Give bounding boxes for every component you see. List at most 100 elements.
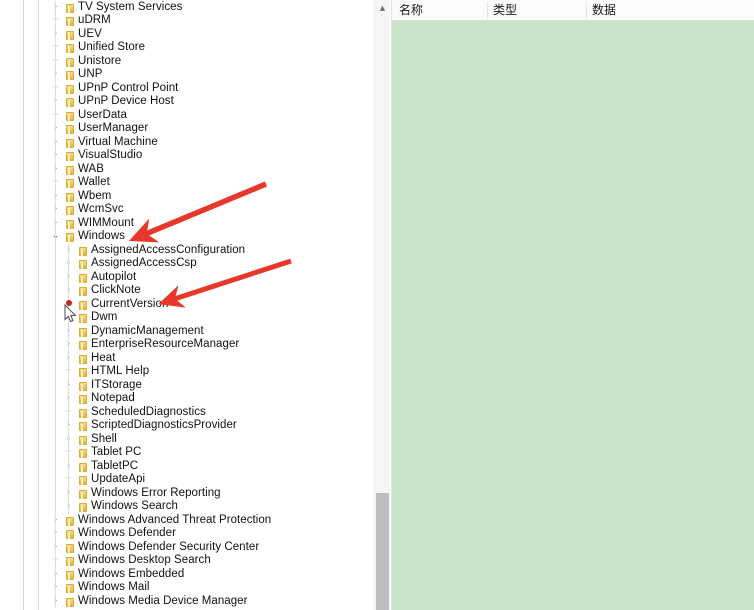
- tree-item-windows-defender[interactable]: ›Windows Defender: [0, 527, 374, 541]
- tree-item-wbem[interactable]: ›Wbem: [0, 189, 374, 203]
- tree-item-windows-error-reporting[interactable]: ›Windows Error Reporting: [0, 486, 374, 500]
- folder-icon: [79, 354, 87, 364]
- scroll-up-icon[interactable]: ▲: [375, 0, 390, 16]
- tree-item-label: HTML Help: [91, 365, 150, 377]
- tree-item-visualstudio[interactable]: ›VisualStudio: [0, 149, 374, 163]
- column-header-data[interactable]: 数据: [592, 0, 616, 20]
- tree-item-label: WAB: [78, 162, 104, 175]
- tree-item-label: ScheduledDiagnostics: [91, 405, 206, 418]
- tree-item-windows-desktop-search[interactable]: ─Windows Desktop Search: [0, 554, 374, 568]
- tree-item-enterpriseresourcemanager[interactable]: ›EnterpriseResourceManager: [0, 338, 374, 352]
- tree-item-windows-embedded[interactable]: ›Windows Embedded: [0, 567, 374, 581]
- values-column-header: 名称 类型 数据: [392, 0, 754, 21]
- folder-icon: [66, 17, 74, 26]
- folder-icon: [79, 408, 87, 418]
- tree-item-label: DynamicManagement: [91, 324, 204, 337]
- folder-icon: [79, 435, 87, 445]
- tree-item-label: Windows: [78, 230, 126, 242]
- tree-item-virtual-machine[interactable]: ›Virtual Machine: [0, 135, 374, 149]
- tree-item-windows-media-device-manager[interactable]: ›Windows Media Device Manager: [0, 594, 374, 608]
- tree-item-tv-system-services[interactable]: ›TV System Services: [0, 0, 374, 14]
- tree-guide-line: [68, 338, 69, 352]
- folder-icon: [66, 530, 74, 539]
- tree-item-assignedaccesscsp[interactable]: ›AssignedAccessCsp: [0, 257, 374, 271]
- tree-item-currentversion[interactable]: ›CurrentVersion: [0, 297, 374, 311]
- folder-icon: [79, 368, 87, 377]
- values-list-body[interactable]: [392, 21, 754, 610]
- tree-item-scheduleddiagnostics[interactable]: ─ScheduledDiagnostics: [0, 405, 374, 419]
- tree-item-notepad[interactable]: ›Notepad: [0, 392, 374, 406]
- tree-guide-line: [55, 122, 56, 136]
- tree-guide-line: [68, 324, 69, 338]
- folder-icon: [79, 381, 87, 391]
- tree-item-html-help[interactable]: ─HTML Help: [0, 365, 374, 379]
- tree-item-label: AssignedAccessCsp: [91, 257, 197, 269]
- column-header-name[interactable]: 名称: [399, 0, 423, 20]
- tree-item-label: VisualStudio: [78, 149, 143, 161]
- tree-guide-line: [55, 527, 56, 541]
- tree-guide-line: [68, 459, 69, 473]
- tree-item-dwm[interactable]: ›Dwm: [0, 311, 374, 325]
- tree-item-upnp-control-point[interactable]: ─UPnP Control Point: [0, 81, 374, 95]
- scrollbar-thumb[interactable]: [376, 493, 389, 610]
- tree-item-userdata[interactable]: ─UserData: [0, 108, 374, 122]
- tree-item-unified-store[interactable]: ─Unified Store: [0, 41, 374, 55]
- column-divider[interactable]: [586, 2, 587, 19]
- tree-item-udrm[interactable]: ─uDRM: [0, 14, 374, 28]
- folder-icon: [79, 476, 87, 485]
- folder-icon: [79, 395, 87, 404]
- registry-values-pane[interactable]: 名称 类型 数据: [391, 0, 754, 610]
- folder-icon: [66, 138, 74, 148]
- tree-item-label: UNP: [78, 68, 103, 80]
- folder-icon: [66, 84, 74, 94]
- column-header-type[interactable]: 类型: [493, 0, 517, 20]
- tree-item-wimmount[interactable]: ›WIMMount: [0, 216, 374, 230]
- tree-item-windows-advanced-threat-protection[interactable]: ›Windows Advanced Threat Protection: [0, 513, 374, 527]
- tree-item-itstorage[interactable]: ›ITStorage: [0, 378, 374, 392]
- tree-item-assignedaccessconfiguration[interactable]: ›AssignedAccessConfiguration: [0, 243, 374, 257]
- tree-guide-line: [55, 95, 56, 109]
- tree-item-autopilot[interactable]: ›Autopilot: [0, 270, 374, 284]
- tree-item-updateapi[interactable]: ─UpdateApi: [0, 473, 374, 487]
- tree-item-wcmsvc[interactable]: ›WcmSvc: [0, 203, 374, 217]
- tree-item-label: Wallet: [78, 176, 110, 188]
- tree-item-wallet[interactable]: ─Wallet: [0, 176, 374, 190]
- tree-guide-line: [55, 54, 56, 68]
- tree-item-windows-defender-security-center[interactable]: ›Windows Defender Security Center: [0, 540, 374, 554]
- tree-guide-line: [55, 14, 56, 28]
- tree-guide-line: [55, 68, 56, 82]
- tree-item-label: Wbem: [78, 189, 112, 202]
- tree-item-windows-search[interactable]: ›Windows Search: [0, 500, 374, 514]
- tree-guide-line: [68, 446, 69, 460]
- tree-item-label: UPnP Control Point: [78, 81, 179, 94]
- tree-item-shell[interactable]: ›Shell: [0, 432, 374, 446]
- column-divider[interactable]: [487, 2, 488, 19]
- folder-icon: [79, 246, 87, 256]
- tree-item-label: Windows Defender: [78, 527, 176, 539]
- tree-guide-line: [55, 567, 56, 581]
- tree-item-tablet-pc[interactable]: ─Tablet PC: [0, 446, 374, 460]
- tree-vertical-scrollbar[interactable]: ▲: [374, 0, 390, 610]
- tree-item-heat[interactable]: ›Heat: [0, 351, 374, 365]
- tree-item-windows-mail[interactable]: ›Windows Mail: [0, 581, 374, 595]
- tree-item-upnp-device-host[interactable]: ›UPnP Device Host: [0, 95, 374, 109]
- tree-item-usermanager[interactable]: ›UserManager: [0, 122, 374, 136]
- tree-guide-line: [55, 513, 56, 527]
- tree-item-clicknote[interactable]: ›ClickNote: [0, 284, 374, 298]
- registry-key-tree[interactable]: ›TV System Services─uDRM›UEV─Unified Sto…: [0, 0, 374, 610]
- tree-item-uev[interactable]: ›UEV: [0, 27, 374, 41]
- folder-icon: [79, 314, 87, 323]
- tree-item-label: ScriptedDiagnosticsProvider: [91, 419, 237, 431]
- tree-item-dynamicmanagement[interactable]: ›DynamicManagement: [0, 324, 374, 338]
- tree-item-unp[interactable]: ›UNP: [0, 68, 374, 82]
- tree-guide-line: [55, 27, 56, 41]
- tree-item-tabletpc[interactable]: ›TabletPC: [0, 459, 374, 473]
- tree-item-label: EnterpriseResourceManager: [91, 338, 240, 350]
- tree-item-windows[interactable]: ⌄Windows: [0, 230, 374, 244]
- tree-item-scripteddiagnosticsprovider[interactable]: ›ScriptedDiagnosticsProvider: [0, 419, 374, 433]
- tree-item-unistore[interactable]: ─Unistore: [0, 54, 374, 68]
- tree-guide-line: [68, 432, 69, 446]
- tree-item-wab[interactable]: ›WAB: [0, 162, 374, 176]
- tree-item-label: WcmSvc: [78, 203, 124, 215]
- folder-icon: [66, 3, 74, 13]
